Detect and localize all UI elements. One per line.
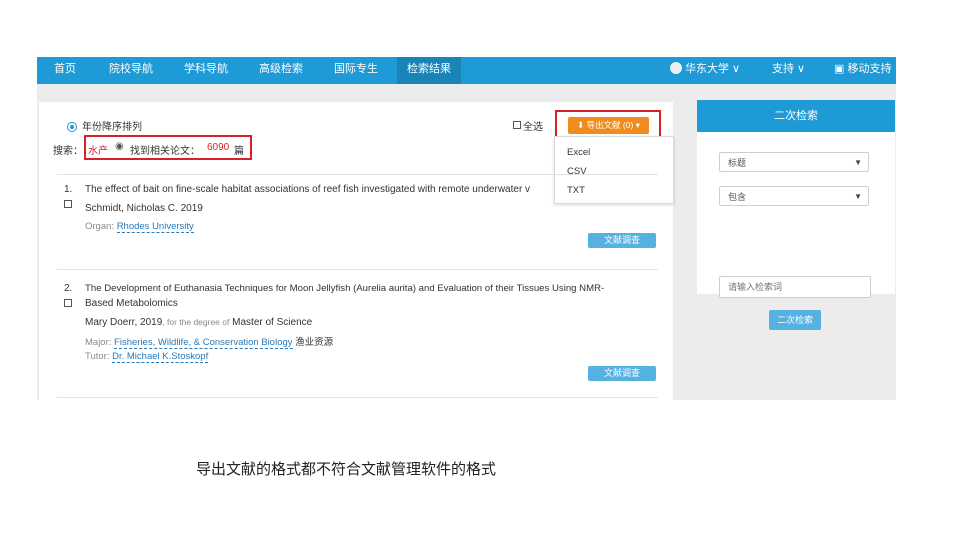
- nav-advanced-search[interactable]: 高级检索: [259, 57, 303, 84]
- result-checkbox[interactable]: [64, 299, 72, 307]
- result-title[interactable]: The effect of bait on fine-scale habitat…: [85, 184, 530, 195]
- org-link[interactable]: Rhodes University: [116, 221, 194, 233]
- export-menu: Excel CSV TXT: [554, 136, 674, 204]
- document-survey-button[interactable]: 文献调查: [588, 366, 656, 381]
- secondary-search-panel: 二次检索 标题 ▼ 包含 ▼ 二次检索: [697, 100, 895, 330]
- major-label: Major:: [85, 337, 112, 348]
- result-number: 1.: [64, 184, 73, 195]
- export-excel[interactable]: Excel: [567, 147, 590, 158]
- org-label: Organ:: [85, 221, 115, 232]
- result-major: Major: Fisheries, Wildlife, & Conservati…: [85, 334, 334, 349]
- result-checkbox[interactable]: [64, 200, 72, 208]
- tutor-link[interactable]: Dr. Michael K.Stoskopf: [112, 351, 209, 363]
- search-prefix: 搜索：: [53, 146, 83, 157]
- result-author: Schmidt, Nicholas C. 2019: [85, 203, 203, 214]
- highlight-box-count: [84, 135, 252, 160]
- select-all-checkbox[interactable]: [513, 121, 521, 129]
- sort-radio[interactable]: [67, 122, 77, 132]
- degree: Master of Science: [232, 317, 313, 328]
- result-number: 2.: [64, 283, 73, 294]
- result-title[interactable]: The Development of Euthanasia Techniques…: [85, 283, 604, 294]
- sort-label: 年份降序排列: [82, 122, 142, 133]
- document-survey-button[interactable]: 文献调查: [588, 233, 656, 248]
- secondary-search-header: 二次检索: [697, 100, 895, 132]
- user-menu[interactable]: 华东大学 ∨: [670, 57, 740, 84]
- result-author: Mary Doerr, 2019: [85, 317, 163, 328]
- user-menu-label: 华东大学 ∨: [685, 63, 741, 75]
- mode-select-value: 包含: [728, 192, 747, 202]
- result-title-continued[interactable]: Based Metabolomics: [85, 298, 178, 309]
- results-panel: 年份降序排列 全选 ⬇ 导出文献 (0) ▾ Excel CSV TXT 搜索：…: [39, 102, 674, 400]
- nav-search-results[interactable]: 检索结果: [397, 57, 461, 84]
- divider: [57, 269, 658, 270]
- tutor-label: Tutor:: [85, 351, 110, 362]
- result-author-line: Mary Doerr, 2019, for the degree of Mast…: [85, 317, 312, 328]
- chevron-down-icon: ▼: [854, 192, 862, 201]
- keyword-input[interactable]: [719, 276, 871, 298]
- major-link[interactable]: Fisheries, Wildlife, & Conservation Biol…: [114, 337, 293, 349]
- divider: [57, 174, 658, 175]
- mobile-support-label: 移动支持: [847, 63, 892, 75]
- result-tutor: Tutor: Dr. Michael K.Stoskopf: [85, 351, 209, 363]
- mode-select[interactable]: 包含 ▼: [719, 186, 869, 206]
- support-menu[interactable]: 支持 ∨: [772, 57, 805, 84]
- nav-international[interactable]: 国际专生: [334, 57, 378, 84]
- nav-subjects[interactable]: 学科导航: [184, 57, 228, 84]
- select-all-label: 全选: [523, 122, 543, 133]
- browser-screenshot: 首页 院校导航 学科导航 高级检索 国际专生 检索结果 华东大学 ∨ 支持 ∨ …: [37, 57, 896, 400]
- mobile-icon: ▣: [834, 63, 848, 75]
- nav-home[interactable]: 首页: [54, 57, 76, 84]
- mobile-support-link[interactable]: ▣ 移动支持: [834, 57, 891, 84]
- export-csv[interactable]: CSV: [567, 166, 587, 177]
- major-tag: 渔业资源: [295, 337, 334, 348]
- user-avatar-icon: [670, 62, 682, 75]
- slide-caption: 导出文献的格式都不符合文献管理软件的格式: [196, 461, 497, 478]
- export-txt[interactable]: TXT: [567, 185, 585, 196]
- result-org: Organ: Rhodes University: [85, 221, 194, 233]
- divider: [57, 397, 658, 398]
- secondary-search-button[interactable]: 二次检索: [769, 310, 821, 330]
- nav-schools[interactable]: 院校导航: [109, 57, 153, 84]
- field-select-value: 标题: [728, 158, 747, 168]
- top-nav: 首页 院校导航 学科导航 高级检索 国际专生 检索结果 华东大学 ∨ 支持 ∨ …: [37, 57, 896, 84]
- field-select[interactable]: 标题 ▼: [719, 152, 869, 172]
- chevron-down-icon: ▼: [854, 158, 862, 167]
- degree-prefix: , for the degree of: [162, 317, 230, 327]
